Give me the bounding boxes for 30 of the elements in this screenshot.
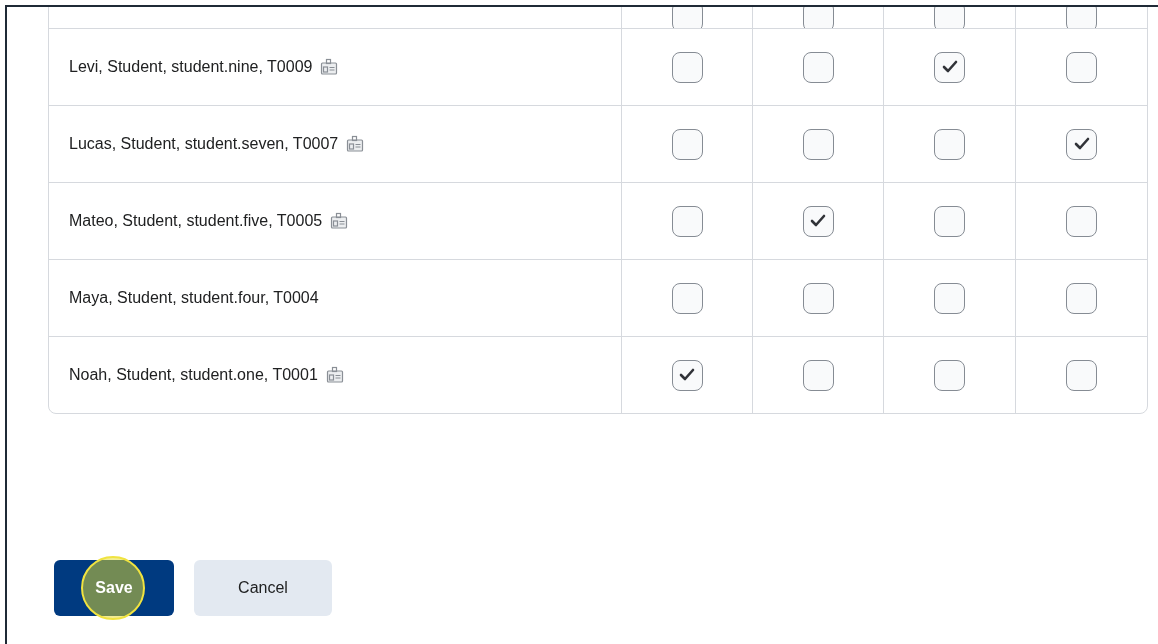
student-name: Levi, Student, student.nine, T0009: [69, 58, 313, 76]
checkbox[interactable]: [1066, 205, 1097, 237]
checkbox[interactable]: [934, 51, 965, 83]
checkbox[interactable]: [934, 205, 965, 237]
cancel-button[interactable]: Cancel: [194, 560, 332, 616]
checkbox[interactable]: [802, 282, 834, 314]
checkbox[interactable]: [802, 359, 834, 391]
checkbox[interactable]: [934, 359, 965, 391]
checkbox[interactable]: [671, 359, 703, 391]
checkbox[interactable]: [1066, 51, 1097, 83]
student-name: Mateo, Student, student.five, T0005: [69, 212, 323, 230]
checkbox[interactable]: [1066, 282, 1097, 314]
checkmark-icon: [1073, 137, 1090, 151]
checkbox[interactable]: [802, 128, 834, 160]
checkmark-icon: [679, 368, 695, 382]
student-name: Lucas, Student, student.seven, T0007: [69, 135, 339, 153]
checkmark-icon: [941, 60, 958, 74]
checkbox[interactable]: [934, 282, 965, 314]
checkmark-icon: [810, 214, 826, 228]
checkbox[interactable]: [934, 128, 965, 160]
checkbox[interactable]: [1066, 359, 1097, 391]
checkbox[interactable]: [671, 205, 703, 237]
checkbox[interactable]: [671, 128, 703, 160]
checkbox[interactable]: [802, 51, 834, 83]
checkbox[interactable]: [671, 51, 703, 83]
student-name: Noah, Student, student.one, T0001: [69, 366, 318, 384]
checkbox[interactable]: [802, 205, 834, 237]
checkbox[interactable]: [1066, 128, 1097, 160]
student-name: Maya, Student, student.four, T0004: [69, 289, 319, 307]
checkbox[interactable]: [671, 282, 703, 314]
